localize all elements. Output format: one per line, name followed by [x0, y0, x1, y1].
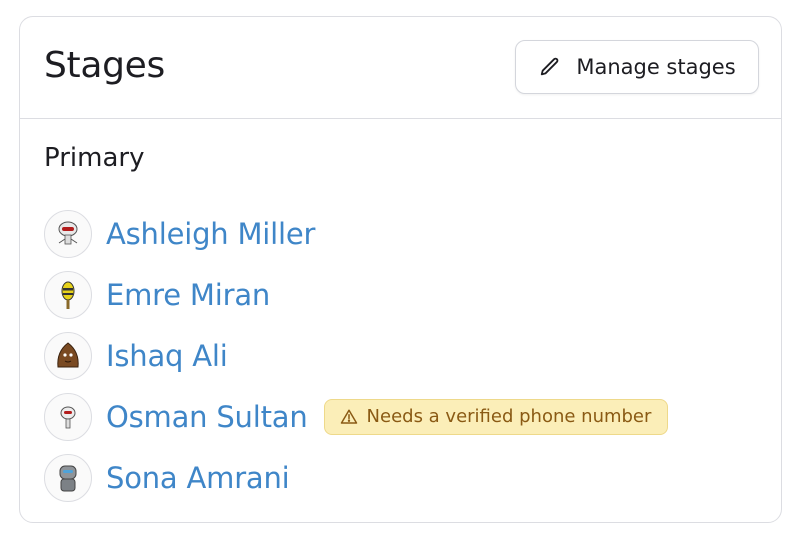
avatar[interactable]	[44, 392, 92, 441]
avatar[interactable]	[44, 209, 92, 258]
manage-stages-button[interactable]: Manage stages	[515, 40, 759, 94]
list-item: Emre Miran	[44, 264, 668, 325]
stages-card: Stages Manage stages Primary Ashleigh Mi…	[19, 16, 782, 523]
warning-triangle-icon	[339, 407, 359, 427]
warning-badge: Needs a verified phone number	[323, 398, 669, 435]
avatar[interactable]	[44, 453, 92, 502]
card-title: Stages	[44, 45, 165, 86]
list-item: Ashleigh Miller	[44, 203, 668, 264]
pencil-icon	[538, 55, 562, 79]
person-list: Ashleigh Miller Emre Miran Ishaq Ali Osm…	[44, 203, 669, 508]
avatar[interactable]	[44, 331, 92, 380]
avatar[interactable]	[44, 270, 92, 319]
person-name-link[interactable]: Sona Amrani	[106, 461, 290, 495]
list-item: Osman Sultan Needs a verified phone numb…	[44, 386, 669, 447]
list-item: Ishaq Ali	[44, 325, 668, 386]
section-title: Primary	[44, 143, 145, 173]
person-name-link[interactable]: Ashleigh Miller	[106, 217, 315, 251]
manage-stages-label: Manage stages	[576, 55, 736, 79]
person-name-link[interactable]: Osman Sultan	[106, 400, 308, 434]
person-name-link[interactable]: Ishaq Ali	[106, 339, 228, 373]
list-item: Sona Amrani	[44, 447, 668, 508]
warning-text: Needs a verified phone number	[366, 406, 652, 427]
card-header: Stages Manage stages	[20, 17, 781, 119]
person-name-link[interactable]: Emre Miran	[106, 278, 270, 312]
